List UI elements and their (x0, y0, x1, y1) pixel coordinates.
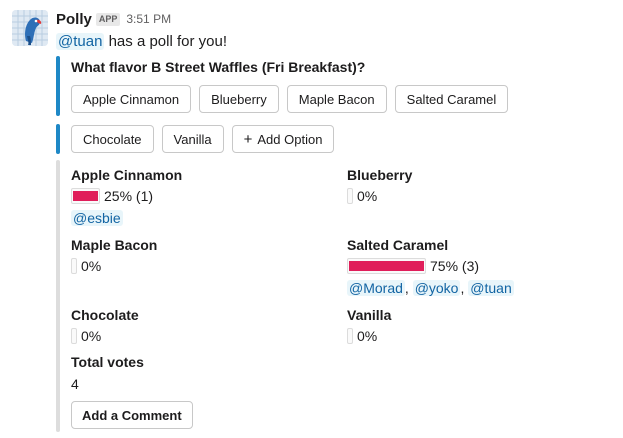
message-header: Polly APP 3:51 PM (56, 9, 171, 29)
voter-mention[interactable]: @tuan (468, 280, 514, 296)
vote-bar (71, 188, 100, 204)
polly-avatar[interactable] (12, 10, 48, 46)
result-option-name: Maple Bacon (71, 237, 158, 253)
attachment-accent-bar (56, 124, 60, 154)
intro-label: has a poll for you! (104, 33, 227, 50)
voter-mention[interactable]: @yoko (412, 280, 461, 296)
voter-mention[interactable]: @esbie (71, 210, 123, 226)
option-buttons-row-1: Apple Cinnamon Blueberry Maple Bacon Sal… (71, 85, 509, 113)
plus-icon: + (243, 130, 253, 148)
total-votes-label: Total votes (71, 354, 144, 370)
add-option-label: Add Option (257, 131, 323, 147)
message-timestamp[interactable]: 3:51 PM (126, 12, 171, 26)
option-button-vanilla[interactable]: Vanilla (161, 125, 224, 153)
app-badge: APP (95, 12, 121, 26)
voter-mention[interactable]: @Morad (347, 280, 405, 296)
poll-question: What flavor B Street Waffles (Fri Breakf… (71, 59, 366, 75)
total-votes-value: 4 (71, 376, 79, 392)
parrot-logo-icon (12, 10, 48, 46)
vote-bar (347, 328, 353, 344)
add-option-button[interactable]: + Add Option (231, 125, 335, 153)
vote-bar (347, 188, 353, 204)
vote-percent: 0% (357, 188, 378, 204)
option-button-salted-caramel[interactable]: Salted Caramel (394, 85, 509, 113)
vote-bar-fill (73, 191, 98, 201)
option-button-apple-cinnamon[interactable]: Apple Cinnamon (71, 85, 192, 113)
voter-list: @Morad, @yoko, @tuan (347, 280, 514, 296)
sender-name[interactable]: Polly (56, 11, 92, 28)
option-button-blueberry[interactable]: Blueberry (199, 85, 279, 113)
result-vanilla: Vanilla 0% (347, 306, 391, 345)
vote-percent: 0% (81, 258, 102, 274)
vote-bar-fill (349, 261, 424, 271)
result-apple-cinnamon: Apple Cinnamon 25% (1) @esbie (71, 166, 182, 227)
vote-bar (71, 258, 77, 274)
result-option-name: Chocolate (71, 307, 139, 323)
voter-list: @esbie (71, 209, 182, 227)
vote-bar (71, 328, 77, 344)
option-button-chocolate[interactable]: Chocolate (71, 125, 154, 153)
vote-percent: 75% (3) (430, 258, 480, 274)
result-salted-caramel: Salted Caramel 75% (3) @Morad, @yoko, @t… (347, 236, 514, 297)
vote-percent: 0% (357, 328, 378, 344)
user-mention[interactable]: @tuan (56, 33, 105, 50)
add-comment-button[interactable]: Add a Comment (71, 401, 193, 429)
result-option-name: Vanilla (347, 307, 392, 323)
option-button-maple-bacon[interactable]: Maple Bacon (286, 85, 387, 113)
result-option-name: Apple Cinnamon (71, 167, 183, 183)
vote-percent: 0% (81, 328, 102, 344)
intro-text: @tuan has a poll for you! (56, 32, 227, 52)
results-accent-bar (56, 160, 60, 432)
result-chocolate: Chocolate 0% (71, 306, 139, 345)
attachment-accent-bar (56, 56, 60, 116)
vote-bar (347, 258, 426, 274)
result-maple-bacon: Maple Bacon 0% (71, 236, 157, 275)
option-buttons-row-2: Chocolate Vanilla + Add Option (71, 125, 335, 153)
result-option-name: Blueberry (347, 167, 413, 183)
result-option-name: Salted Caramel (347, 237, 449, 253)
vote-percent: 25% (1) (104, 188, 154, 204)
result-blueberry: Blueberry 0% (347, 166, 412, 205)
